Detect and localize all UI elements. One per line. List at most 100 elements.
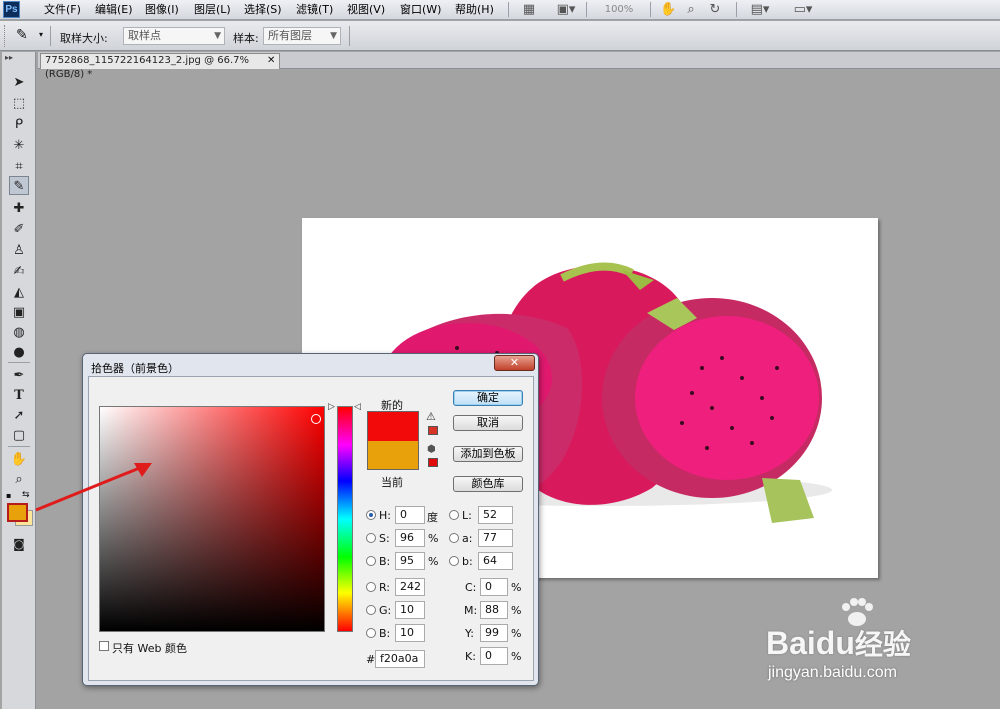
hue-slider-handle-right[interactable]: ◁ [354,402,361,412]
sample-label: 样本: [233,32,259,45]
color-libraries-button[interactable]: 颜色库 [453,476,523,492]
a-label: a: [462,532,473,545]
s-input[interactable]: 96 [395,529,425,547]
eyedropper-tool-icon[interactable]: ✎ [9,176,29,195]
menu-help[interactable]: 帮助(H) [455,2,494,18]
arrange-documents-icon[interactable]: ▤▾ [745,0,775,19]
pen-tool-icon[interactable]: ✒ [9,366,29,385]
hand-tool-icon[interactable]: ✋ [9,450,29,469]
eyedropper-preset-icon[interactable]: ✎ [16,27,28,43]
ok-button[interactable]: 确定 [453,390,523,406]
healing-brush-tool-icon[interactable]: ✚ [9,199,29,218]
rotate-view-icon[interactable]: ↻ [707,0,723,19]
close-icon[interactable]: ✕ [267,53,275,68]
sample-select[interactable]: 所有图层 ▼ [263,27,341,45]
dodge-tool-icon[interactable]: ● [9,343,29,362]
color-field-cursor[interactable] [311,414,321,424]
s-label: S: [379,532,390,545]
foreground-color-swatch[interactable] [7,503,28,522]
lab-b-label: b: [462,555,473,568]
collapse-icon[interactable]: ▸▸ [5,53,13,62]
default-colors-icon[interactable]: ▪ [6,491,11,500]
current-color-swatch[interactable] [367,441,419,470]
l-input[interactable]: 52 [478,506,513,524]
menu-view[interactable]: 视图(V) [347,2,385,18]
gamut-color-swatch[interactable] [428,426,438,435]
bridge-icon[interactable]: ▦ [520,0,538,19]
color-field[interactable] [99,406,325,632]
move-tool-icon[interactable]: ➤ [9,73,29,92]
r-radio[interactable] [366,582,376,592]
shape-tool-icon[interactable]: ▢ [9,426,29,445]
eraser-tool-icon[interactable]: ◭ [9,283,29,302]
menu-image[interactable]: 图像(I) [145,2,179,18]
divider [349,26,350,46]
web-colors-only-checkbox[interactable] [99,641,109,651]
web-safe-cube-icon[interactable]: ⬢ [427,444,436,455]
c-unit: % [511,581,522,594]
sample-size-select[interactable]: 取样点 ▼ [123,27,225,45]
l-label: L: [462,509,472,522]
a-radio[interactable] [449,533,459,543]
h-radio[interactable] [366,510,376,520]
h-input[interactable]: 0 [395,506,425,524]
g-input[interactable]: 10 [395,601,425,619]
y-input[interactable]: 99 [480,624,508,642]
lasso-tool-icon[interactable]: ᑭ [9,115,29,134]
quick-mask-icon[interactable]: ◙ [9,535,29,554]
blur-tool-icon[interactable]: ◍ [9,323,29,342]
m-input[interactable]: 88 [480,601,508,619]
s-radio[interactable] [366,533,376,543]
watermark-brand-part1: Bai [766,625,816,661]
close-icon[interactable]: ✕ [494,355,535,371]
lab-b-input[interactable]: 64 [478,552,513,570]
gamut-warning-icon[interactable]: ⚠ [426,410,436,423]
hand-tool-icon[interactable]: ✋ [660,0,676,19]
m-unit: % [511,604,522,617]
chevron-down-icon[interactable]: ▾ [39,30,43,39]
s-unit: % [428,532,439,545]
divider [508,2,509,17]
menu-edit[interactable]: 编辑(E) [95,2,133,18]
l-radio[interactable] [449,510,459,520]
extras-icon[interactable]: ▣▾ [552,0,580,19]
rgb-b-radio[interactable] [366,628,376,638]
brush-tool-icon[interactable]: ✐ [9,220,29,239]
menu-select[interactable]: 选择(S) [244,2,282,18]
cancel-button[interactable]: 取消 [453,415,523,431]
screen-mode-icon[interactable]: ▭▾ [788,0,818,19]
zoom-tool-icon[interactable]: ⌕ [9,470,29,489]
k-input[interactable]: 0 [480,647,508,665]
g-radio[interactable] [366,605,376,615]
path-selection-tool-icon[interactable]: ➚ [9,406,29,425]
clone-stamp-tool-icon[interactable]: ♙ [9,241,29,260]
watermark-brand: Baidu经验 [766,623,911,663]
menu-bar: Ps 文件(F) 编辑(E) 图像(I) 图层(L) 选择(S) 滤镜(T) 视… [0,0,1000,20]
zoom-level[interactable]: 100% [594,0,644,19]
c-input[interactable]: 0 [480,578,508,596]
add-to-swatches-button[interactable]: 添加到色板 [453,446,523,462]
lab-b-radio[interactable] [449,556,459,566]
hex-input[interactable]: f20a0a [375,650,425,668]
history-brush-tool-icon[interactable]: ✍ [9,262,29,281]
gradient-tool-icon[interactable]: ▣ [9,303,29,322]
b-input[interactable]: 95 [395,552,425,570]
menu-file[interactable]: 文件(F) [44,2,81,18]
a-input[interactable]: 77 [478,529,513,547]
rgb-b-input[interactable]: 10 [395,624,425,642]
crop-tool-icon[interactable]: ⌗ [9,157,29,176]
hue-slider-handle-left[interactable]: ▷ [328,402,335,412]
magic-wand-tool-icon[interactable]: ✳ [9,136,29,155]
menu-layer[interactable]: 图层(L) [194,2,231,18]
r-input[interactable]: 242 [395,578,425,596]
document-tab[interactable]: 7752868_115722164123_2.jpg @ 66.7%(RGB/8… [40,53,280,80]
zoom-tool-icon[interactable]: ⌕ [683,0,699,19]
type-tool-icon[interactable]: T [9,386,29,405]
hue-slider[interactable] [337,406,353,632]
marquee-tool-icon[interactable]: ⬚ [9,94,29,113]
b-radio[interactable] [366,556,376,566]
menu-window[interactable]: 窗口(W) [400,2,441,18]
web-safe-color-swatch[interactable] [428,458,438,467]
swap-colors-icon[interactable]: ⇆ [22,490,30,500]
menu-filter[interactable]: 滤镜(T) [296,2,333,18]
